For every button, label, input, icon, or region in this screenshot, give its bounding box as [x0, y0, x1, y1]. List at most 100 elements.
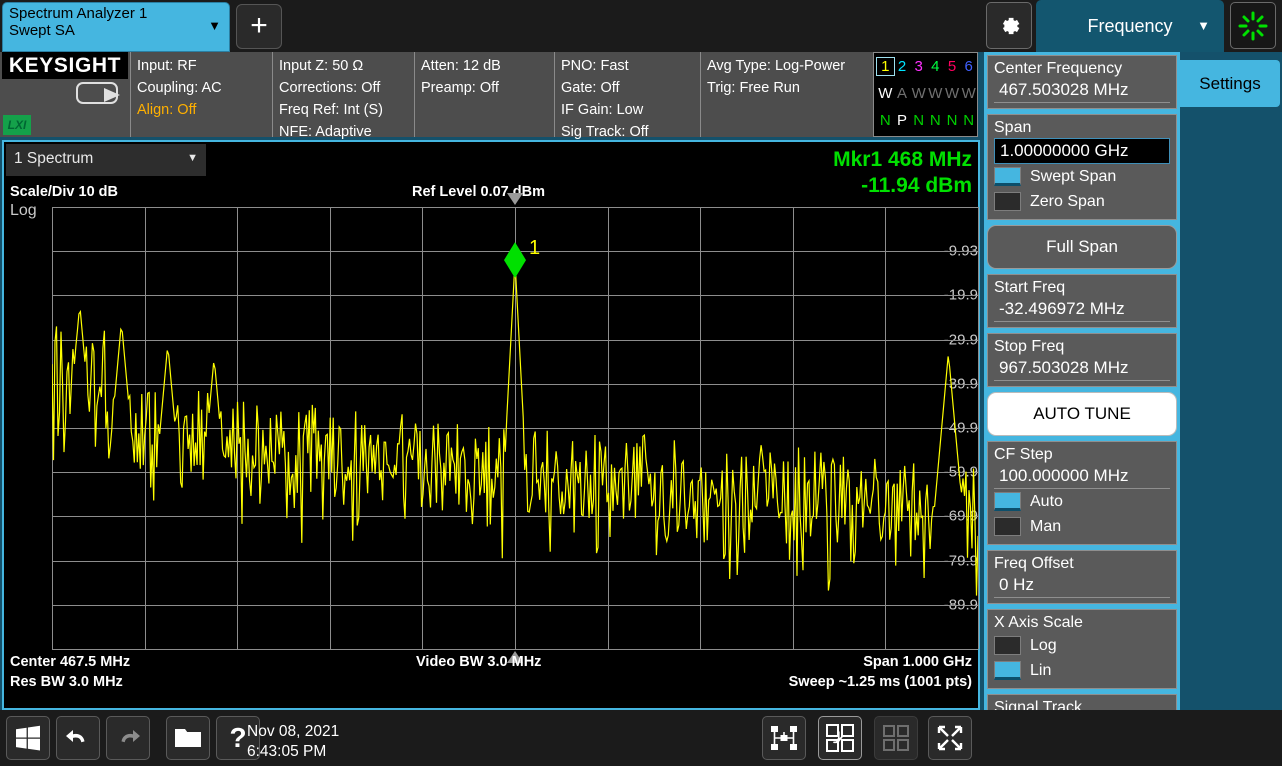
trace-cell[interactable]: N — [877, 112, 894, 129]
center-frequency-card[interactable]: Center Frequency 467.503028 MHz — [987, 55, 1177, 109]
status-preamp: Preamp: Off — [421, 77, 554, 99]
trace-cell[interactable]: 3 — [910, 58, 927, 75]
trace-cell[interactable]: 4 — [927, 58, 944, 75]
trace-cell[interactable]: N — [927, 112, 944, 129]
settings-gear-button[interactable] — [986, 2, 1032, 49]
freq-offset-card[interactable]: Freq Offset 0 Hz — [987, 550, 1177, 604]
status-group-impedance: Input Z: 50 Ω Corrections: Off Freq Ref:… — [272, 52, 414, 137]
status-coupling: Coupling: AC — [137, 77, 272, 99]
cf-step-value[interactable]: 100.000000 MHz — [994, 465, 1170, 489]
windows-icon — [15, 725, 41, 751]
trace-cell[interactable]: W — [927, 85, 944, 102]
freq-offset-value[interactable]: 0 Hz — [994, 574, 1170, 598]
trace-cell[interactable]: W — [944, 85, 961, 102]
status-freq-ref: Freq Ref: Int (S) — [279, 99, 414, 121]
clock-date: Nov 08, 2021 — [247, 722, 339, 742]
network-topology-icon — [770, 724, 798, 752]
trace-cell[interactable]: P — [894, 112, 911, 129]
x-axis-option-log[interactable]: Log — [994, 633, 1170, 658]
gear-icon — [994, 11, 1024, 41]
chevron-down-icon[interactable]: ▼ — [187, 152, 198, 164]
chevron-down-icon[interactable]: ▼ — [1197, 18, 1210, 33]
auto-tune-button[interactable]: AUTO TUNE — [987, 392, 1177, 436]
status-align: Align: Off — [137, 99, 272, 121]
radio-zero-span-icon[interactable] — [994, 192, 1021, 211]
redo-icon — [114, 724, 142, 752]
x-axis-scale-card[interactable]: X Axis Scale Log Lin — [987, 609, 1177, 689]
spectrum-graph-panel[interactable]: 1 Spectrum ▼ Scale/Div 10 dB Ref Level 0… — [2, 140, 980, 710]
remote-bubble-icon — [76, 82, 124, 115]
radio-xaxis-lin-icon[interactable] — [994, 661, 1021, 680]
file-folder-button[interactable] — [166, 716, 210, 760]
trace-cell[interactable]: A — [894, 85, 911, 102]
start-menu-button[interactable] — [6, 716, 50, 760]
undo-button[interactable] — [56, 716, 100, 760]
trace-cell[interactable]: 2 — [894, 58, 911, 75]
x-axis-lin-label: Lin — [1030, 662, 1051, 680]
radio-xaxis-log-icon[interactable] — [994, 636, 1021, 655]
trace-cell[interactable]: 6 — [960, 58, 977, 75]
span-option-zero[interactable]: Zero Span — [994, 189, 1170, 214]
app-tab-subtitle: Swept SA — [9, 23, 223, 40]
span-option-swept[interactable]: Swept Span — [994, 164, 1170, 189]
topology-button[interactable] — [762, 716, 806, 760]
grid-quadrants-icon — [882, 724, 910, 752]
spectrum-plot-area[interactable]: 1 — [52, 207, 978, 649]
fullscreen-button[interactable] — [928, 716, 972, 760]
redo-button[interactable] — [106, 716, 150, 760]
radio-cf-auto-icon[interactable] — [994, 492, 1021, 511]
grid-layout-button[interactable] — [874, 716, 918, 760]
marker-1[interactable]: 1 — [52, 207, 978, 649]
trace-status-box[interactable]: 123456 WAWWWW NPNNNN — [873, 52, 978, 137]
start-freq-card[interactable]: Start Freq -32.496972 MHz — [987, 274, 1177, 328]
window-select-label: 1 Spectrum — [14, 150, 93, 167]
trace-detectors-row: NPNNNN — [874, 107, 977, 134]
scale-per-div-label: Scale/Div 10 dB — [10, 184, 118, 200]
trace-cell[interactable]: N — [960, 112, 977, 129]
span-input[interactable]: 1.00000000 GHz — [994, 138, 1170, 164]
trace-numbers-row[interactable]: 123456 — [874, 53, 977, 80]
footer-sweep: Sweep ~1.25 ms (1001 pts) — [789, 674, 972, 690]
center-frequency-value[interactable]: 467.503028 MHz — [994, 79, 1170, 103]
trace-types-row: WAWWWW — [874, 80, 977, 107]
span-card[interactable]: Span 1.00000000 GHz Swept Span Zero Span — [987, 114, 1177, 220]
app-tab-spectrum-analyzer[interactable]: Spectrum Analyzer 1 Swept SA ▼ — [2, 2, 230, 52]
window-select-tool-button[interactable] — [818, 716, 862, 760]
full-span-button[interactable]: Full Span — [987, 225, 1177, 269]
trace-cell[interactable]: N — [944, 112, 961, 129]
trace-cell[interactable]: W — [877, 85, 894, 102]
add-tab-button[interactable]: + — [236, 4, 282, 49]
cf-step-card[interactable]: CF Step 100.000000 MHz Auto Man — [987, 441, 1177, 545]
status-trig: Trig: Free Run — [707, 77, 873, 99]
footer-span: Span 1.000 GHz — [863, 654, 972, 670]
window-select-dropdown[interactable]: 1 Spectrum ▼ — [6, 144, 206, 176]
footer-video-bw: Video BW 3.0 MHz — [416, 654, 541, 670]
trace-cell[interactable]: 1 — [877, 58, 894, 75]
ref-level-label: Ref Level 0.07 dBm — [412, 184, 545, 200]
marker-diamond-icon[interactable] — [504, 242, 526, 278]
radio-swept-span-icon[interactable] — [994, 167, 1021, 186]
chevron-down-icon[interactable]: ▼ — [208, 19, 221, 34]
x-axis-option-lin[interactable]: Lin — [994, 658, 1170, 683]
sunburst-activity-icon — [1236, 9, 1270, 43]
settings-button[interactable]: Settings — [1180, 60, 1280, 107]
marker-readout-frequency: Mkr1 468 MHz — [833, 148, 972, 172]
start-freq-value[interactable]: -32.496972 MHz — [994, 298, 1170, 322]
stop-freq-card[interactable]: Stop Freq 967.503028 MHz — [987, 333, 1177, 387]
undo-icon — [64, 724, 92, 752]
hand-quadrants-icon — [825, 723, 855, 753]
x-axis-log-label: Log — [1030, 637, 1057, 655]
trace-cell[interactable]: N — [910, 112, 927, 129]
radio-cf-man-icon[interactable] — [994, 517, 1021, 536]
trace-cell[interactable]: 5 — [944, 58, 961, 75]
cf-step-option-man[interactable]: Man — [994, 514, 1170, 539]
trace-cell[interactable]: W — [960, 85, 977, 102]
status-group-atten: Atten: 12 dB Preamp: Off — [414, 52, 554, 137]
cf-step-option-auto[interactable]: Auto — [994, 489, 1170, 514]
stop-freq-value[interactable]: 967.503028 MHz — [994, 357, 1170, 381]
status-corrections: Corrections: Off — [279, 77, 414, 99]
tab-frequency[interactable]: Frequency ▼ — [1036, 0, 1224, 52]
trace-cell[interactable]: W — [910, 85, 927, 102]
activity-indicator-button[interactable] — [1230, 2, 1276, 49]
frequency-side-panel: Center Frequency 467.503028 MHz Span 1.0… — [984, 52, 1180, 766]
